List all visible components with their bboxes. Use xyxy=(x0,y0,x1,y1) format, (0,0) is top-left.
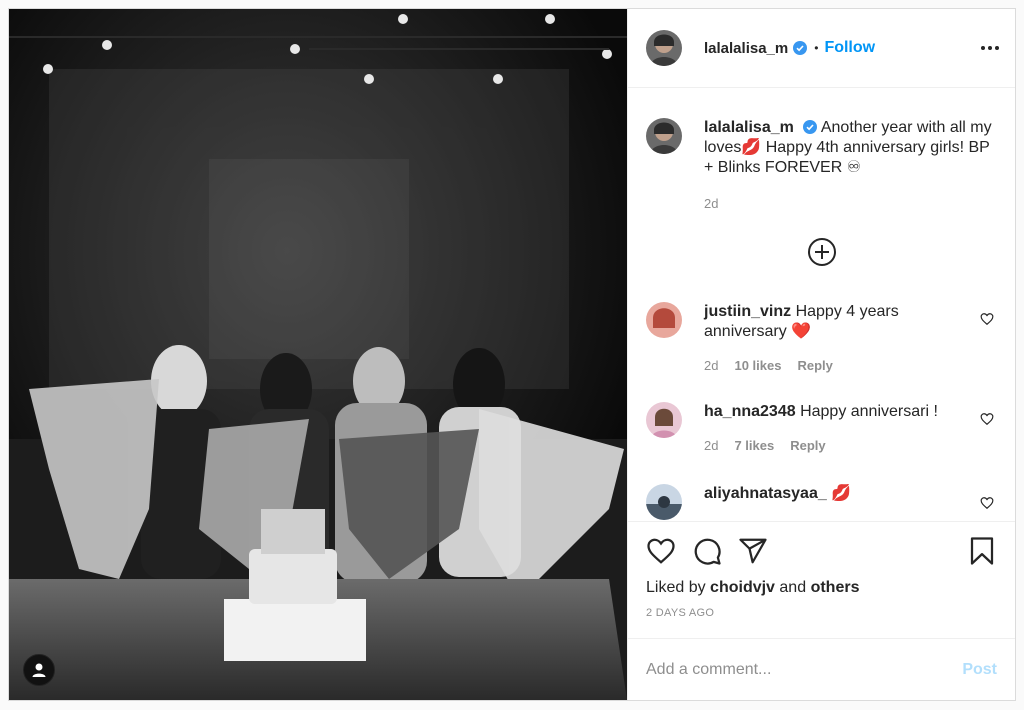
post-header: lalalalisa_m • Follow xyxy=(628,9,1015,88)
verified-icon xyxy=(803,120,818,134)
share-icon[interactable] xyxy=(738,536,768,566)
user-tag-icon xyxy=(32,663,46,677)
liked-by-others[interactable]: others xyxy=(811,579,860,596)
comment-item: aliyahnatasyaa_ 💋 xyxy=(646,484,1006,520)
comment-age: 2d xyxy=(704,438,719,453)
comment-like-heart-icon[interactable] xyxy=(980,412,994,426)
commenter-avatar[interactable] xyxy=(646,402,682,438)
author-username[interactable]: lalalalisa_m xyxy=(704,40,788,57)
comment-likes[interactable]: 10 likes xyxy=(734,356,781,376)
comment-like-heart-icon[interactable] xyxy=(980,496,994,510)
comment-username[interactable]: aliyahnatasyaa_ xyxy=(704,485,827,502)
avatar-image xyxy=(646,302,682,338)
avatar-image xyxy=(646,30,682,66)
user-tag-button[interactable] xyxy=(23,654,55,686)
dot-separator: • xyxy=(814,41,819,55)
comment-reply-button[interactable]: Reply xyxy=(797,356,832,376)
photo-scene xyxy=(9,9,627,700)
comment-username[interactable]: ha_nna2348 xyxy=(704,403,796,420)
comment-age: 2d xyxy=(704,358,719,373)
comment-reply-button[interactable]: Reply xyxy=(790,436,825,456)
comment-item: justiin_vinz Happy 4 years anniversary ❤… xyxy=(646,302,1006,376)
bookmark-icon[interactable] xyxy=(967,536,997,566)
add-comment-bar: Post xyxy=(628,638,1015,700)
comment-like-heart-icon[interactable] xyxy=(980,312,994,326)
comments-list[interactable]: lalalalisa_m Another year with all my lo… xyxy=(628,88,1015,521)
post-side-panel: lalalalisa_m • Follow lalalalisa_m Anoth… xyxy=(627,9,1015,700)
post-photo[interactable] xyxy=(9,9,627,700)
liked-by-and: and xyxy=(779,579,807,596)
comment-username[interactable]: justiin_vinz xyxy=(704,303,791,320)
commenter-avatar[interactable] xyxy=(646,484,682,520)
post-comment-button[interactable]: Post xyxy=(962,661,997,679)
caption-avatar[interactable] xyxy=(646,118,682,154)
verified-icon xyxy=(793,41,808,55)
post-card: lalalalisa_m • Follow lalalalisa_m Anoth… xyxy=(8,8,1016,701)
avatar-image xyxy=(646,402,682,438)
comment-item: ha_nna2348 Happy anniversari ! 2d 7 like… xyxy=(646,402,1006,456)
liked-by: Liked by choidvjv and others xyxy=(646,579,997,597)
liked-by-user[interactable]: choidvjv xyxy=(710,579,775,596)
avatar-image xyxy=(646,484,682,520)
follow-button[interactable]: Follow xyxy=(824,39,875,57)
comment-text: Happy anniversari ! xyxy=(800,403,938,420)
avatar-image xyxy=(646,118,682,154)
liked-by-prefix: Liked by xyxy=(646,579,706,596)
comment-text: 💋 xyxy=(831,485,852,502)
comment-input[interactable] xyxy=(646,660,963,679)
caption-username[interactable]: lalalalisa_m xyxy=(704,119,794,136)
caption-age: 2d xyxy=(704,196,719,211)
comment-icon[interactable] xyxy=(692,536,722,566)
heart-icon[interactable] xyxy=(646,536,676,566)
post-timestamp[interactable]: 2 DAYS AGO xyxy=(646,607,997,619)
more-options-icon[interactable] xyxy=(981,40,999,56)
post-actions: Liked by choidvjv and others 2 DAYS AGO xyxy=(628,521,1015,638)
commenter-avatar[interactable] xyxy=(646,302,682,338)
caption: lalalalisa_m Another year with all my lo… xyxy=(646,118,996,214)
comment-likes[interactable]: 7 likes xyxy=(734,436,774,456)
author-avatar[interactable] xyxy=(646,30,682,66)
load-more-comments-button[interactable] xyxy=(808,238,836,266)
